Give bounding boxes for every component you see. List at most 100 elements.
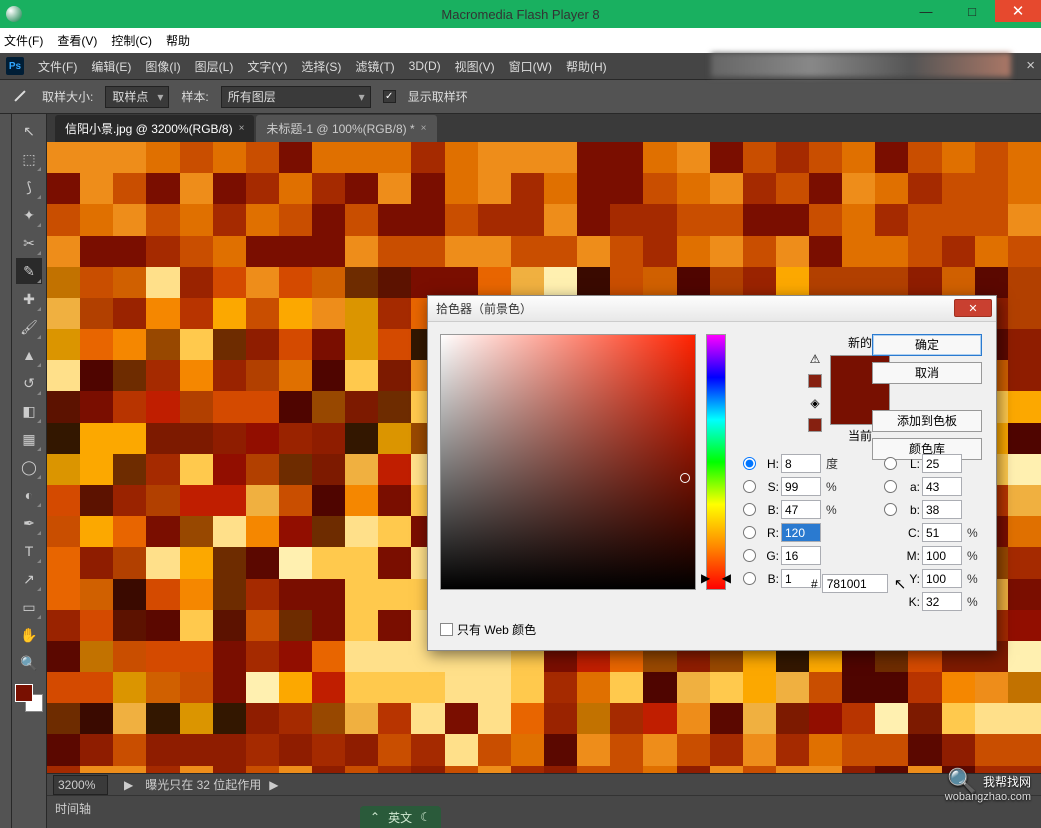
blurred-region <box>711 53 1011 77</box>
gamut-warning-icon[interactable]: ⚠ <box>810 352 821 366</box>
add-swatch-button[interactable]: 添加到色板 <box>872 410 982 432</box>
websafe-swatch[interactable] <box>808 418 822 432</box>
ps-menu-3d[interactable]: 3D(D) <box>409 59 441 73</box>
hand-tool[interactable]: ✋ <box>16 622 42 648</box>
doc-tab-1[interactable]: 信阳小景.jpg @ 3200%(RGB/8) × <box>55 115 254 142</box>
l-radio[interactable] <box>879 457 902 470</box>
ps-menu-filter[interactable]: 滤镜(T) <box>355 58 394 75</box>
ps-menu-window[interactable]: 窗口(W) <box>509 58 552 75</box>
cube-icon[interactable]: ◈ <box>810 396 819 410</box>
ps-menu-file[interactable]: 文件(F) <box>38 58 77 75</box>
r-input[interactable] <box>781 523 821 542</box>
menu-control[interactable]: 控制(C) <box>111 32 152 49</box>
hex-input[interactable] <box>822 574 888 593</box>
a-input[interactable] <box>922 477 962 496</box>
close-tab-icon[interactable]: × <box>239 123 245 134</box>
s-input[interactable] <box>781 477 821 496</box>
hue-slider[interactable]: ▶◀ <box>706 334 726 590</box>
eyedropper-tool[interactable]: ✎ <box>16 258 42 284</box>
dialog-titlebar[interactable]: 拾色器（前景色） ✕ <box>428 296 996 322</box>
wand-tool[interactable]: ✦ <box>16 202 42 228</box>
brush-tool[interactable]: 🖌 <box>16 314 42 340</box>
doc-tab-2[interactable]: 未标题-1 @ 100%(RGB/8) * × <box>256 115 436 142</box>
close-button[interactable]: ✕ <box>995 0 1041 22</box>
cancel-button[interactable]: 取消 <box>872 362 982 384</box>
stamp-tool[interactable]: ▲ <box>16 342 42 368</box>
status-exposure: 曝光只在 32 位起作用 <box>145 776 261 793</box>
dodge-tool[interactable]: ◐ <box>16 482 42 508</box>
chevron-right-icon[interactable]: ▶ <box>124 778 133 792</box>
h-radio[interactable] <box>738 457 761 470</box>
ps-menu-help[interactable]: 帮助(H) <box>566 58 607 75</box>
menu-file[interactable]: 文件(F) <box>4 32 43 49</box>
path-tool[interactable]: ↗ <box>16 566 42 592</box>
crop-tool[interactable]: ✂ <box>16 230 42 256</box>
dialog-close-button[interactable]: ✕ <box>954 299 992 317</box>
b-lab-input[interactable] <box>922 500 962 519</box>
ps-menu-type[interactable]: 文字(Y) <box>247 58 287 75</box>
text-tool[interactable]: T <box>16 538 42 564</box>
c-input[interactable] <box>922 523 962 542</box>
l-input[interactable] <box>922 454 962 473</box>
brgb-radio[interactable] <box>738 572 761 585</box>
show-ring-checkbox[interactable]: ✓ <box>383 90 396 103</box>
chevron-right-icon[interactable]: ▶ <box>269 778 278 792</box>
sample-label: 样本: <box>181 88 208 105</box>
ps-menu-edit[interactable]: 编辑(E) <box>91 58 131 75</box>
r-label: R: <box>763 526 781 540</box>
a-radio[interactable] <box>879 480 902 493</box>
blab-radio[interactable] <box>879 503 902 516</box>
sample-layers-dropdown[interactable]: 所有图层 <box>221 86 371 108</box>
eraser-tool[interactable]: ◧ <box>16 398 42 424</box>
minimize-button[interactable]: — <box>903 0 949 22</box>
web-only-checkbox[interactable] <box>440 623 453 636</box>
s-radio[interactable] <box>738 480 761 493</box>
g-radio[interactable] <box>738 549 761 562</box>
h-label: H: <box>763 457 781 471</box>
sample-size-dropdown[interactable]: 取样点 <box>105 86 169 108</box>
ps-menu-image[interactable]: 图像(I) <box>145 58 180 75</box>
fg-bg-swatches[interactable] <box>15 684 43 712</box>
close-tab-icon[interactable]: × <box>421 123 427 134</box>
ime-bar[interactable]: ⌃ 英文 ☾ <box>360 806 441 828</box>
menu-help[interactable]: 帮助 <box>166 32 190 49</box>
g-label: G: <box>763 549 781 563</box>
zoom-field[interactable]: 3200% <box>53 775 108 795</box>
g-input[interactable] <box>781 546 821 565</box>
timeline-label[interactable]: 时间轴 <box>55 802 91 816</box>
gamut-warnings: ⚠ ◈ <box>808 352 822 432</box>
ime-moon-icon[interactable]: ☾ <box>420 810 431 824</box>
y-input[interactable] <box>922 569 962 588</box>
blur-tool[interactable]: ◯ <box>16 454 42 480</box>
history-brush-tool[interactable]: ↺ <box>16 370 42 396</box>
move-tool[interactable]: ↖ <box>16 118 42 144</box>
k-input[interactable] <box>922 592 962 611</box>
ps-close-icon[interactable]: × <box>1026 57 1035 74</box>
ime-toggle-icon[interactable]: ⌃ <box>370 810 380 824</box>
b-hsb-input[interactable] <box>781 500 821 519</box>
b-radio[interactable] <box>738 503 761 516</box>
gradient-tool[interactable]: ▦ <box>16 426 42 452</box>
ps-menu-view[interactable]: 视图(V) <box>455 58 495 75</box>
lasso-tool[interactable]: ⟆ <box>16 174 42 200</box>
ps-menu-select[interactable]: 选择(S) <box>301 58 341 75</box>
sample-size-label: 取样大小: <box>42 88 93 105</box>
marquee-tool[interactable]: ⬚ <box>16 146 42 172</box>
foreground-color-swatch[interactable] <box>15 684 33 702</box>
color-field[interactable] <box>440 334 696 590</box>
menu-view[interactable]: 查看(V) <box>57 32 97 49</box>
pen-tool[interactable]: ✒ <box>16 510 42 536</box>
gamut-swatch[interactable] <box>808 374 822 388</box>
shape-tool[interactable]: ▭ <box>16 594 42 620</box>
h-input[interactable] <box>781 454 821 473</box>
web-only-checkbox-group[interactable]: 只有 Web 颜色 <box>440 621 536 638</box>
heal-tool[interactable]: ✚ <box>16 286 42 312</box>
r-radio[interactable] <box>738 526 761 539</box>
ps-menu-layer[interactable]: 图层(L) <box>195 58 234 75</box>
ime-language[interactable]: 英文 <box>388 809 412 826</box>
ok-button[interactable]: 确定 <box>872 334 982 356</box>
document-tabs: 信阳小景.jpg @ 3200%(RGB/8) × 未标题-1 @ 100%(R… <box>47 114 1041 142</box>
maximize-button[interactable]: □ <box>949 0 995 22</box>
zoom-tool[interactable]: 🔍 <box>16 650 42 676</box>
m-input[interactable] <box>922 546 962 565</box>
